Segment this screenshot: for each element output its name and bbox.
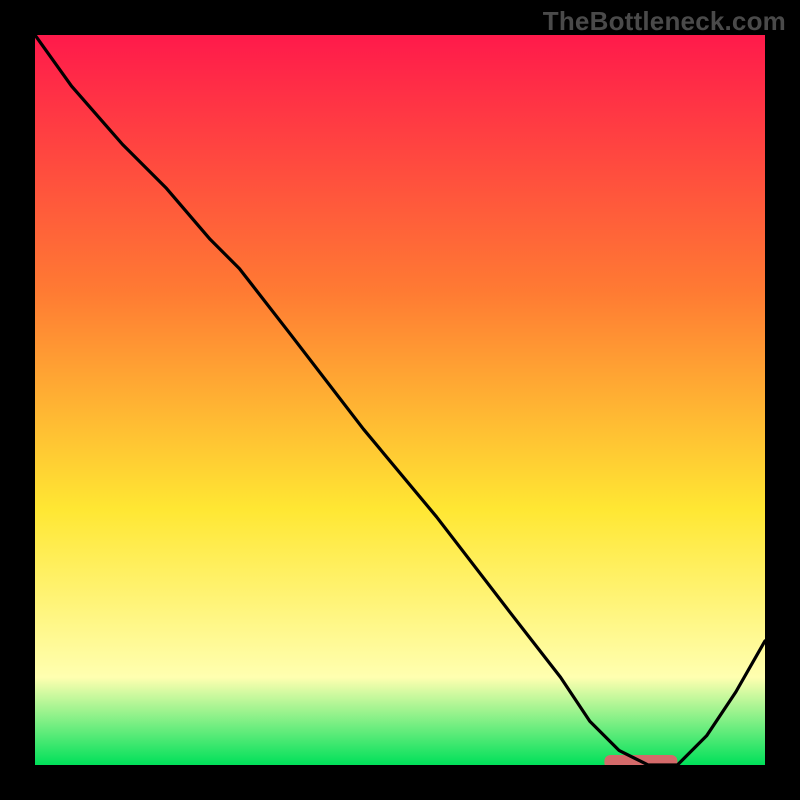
gradient-background [35, 35, 765, 765]
chart-svg [35, 35, 765, 765]
watermark-text: TheBottleneck.com [543, 6, 786, 37]
plot-area [35, 35, 765, 765]
chart-stage: TheBottleneck.com [0, 0, 800, 800]
